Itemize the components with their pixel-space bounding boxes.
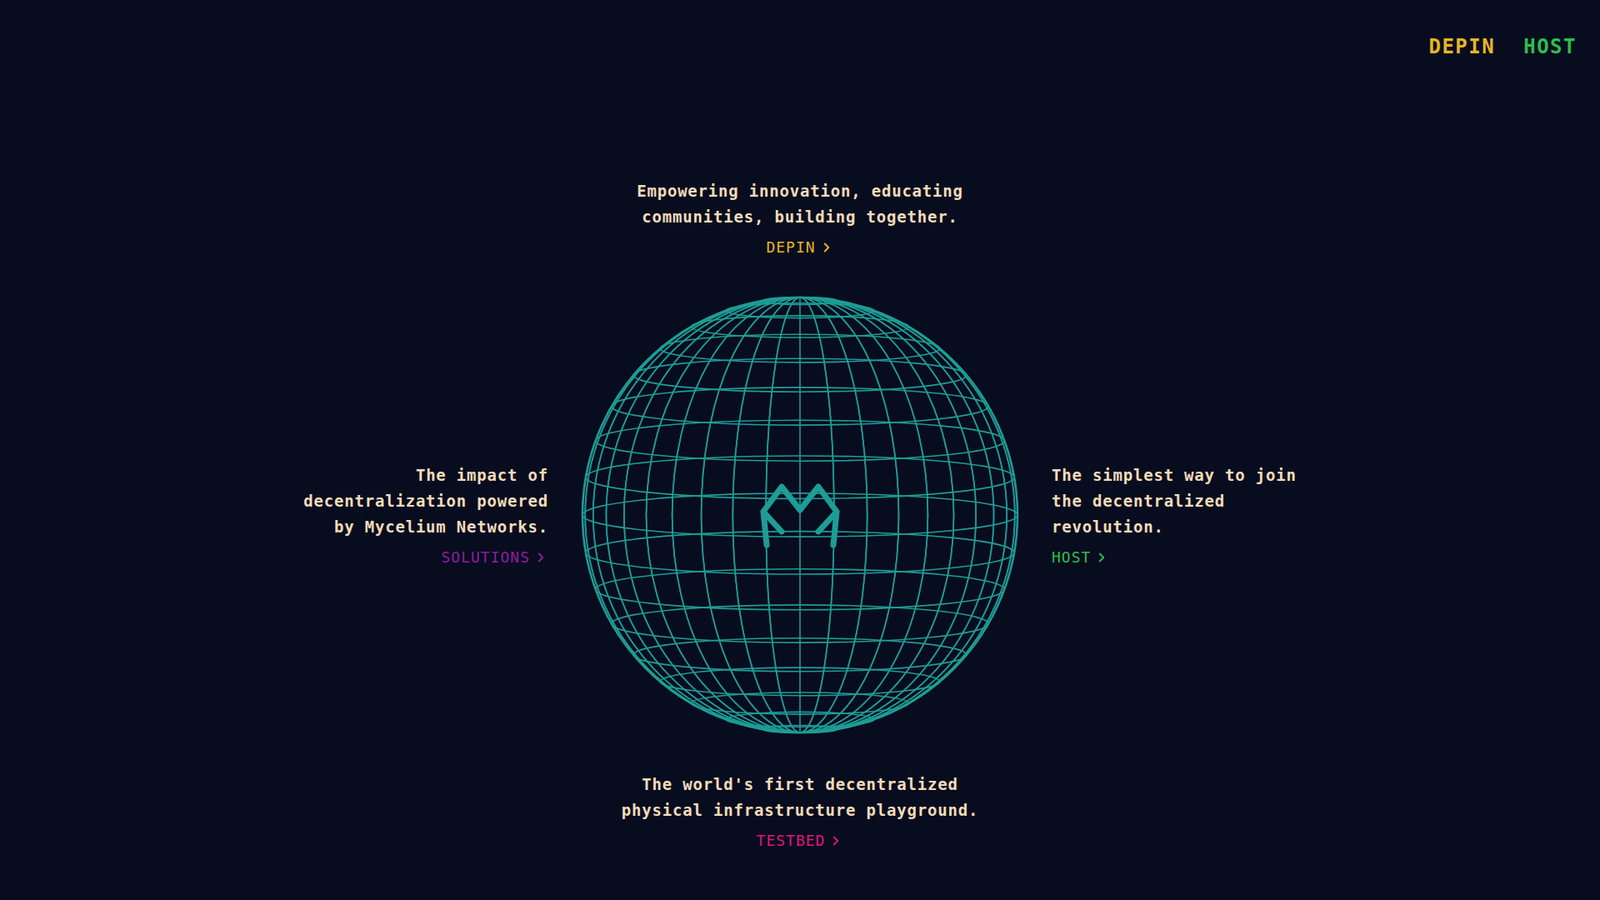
chevron-right-icon [1094,550,1110,565]
section-link[interactable]: HOST [1051,546,1110,569]
section-text: The simplest way to jointhe decentralize… [1051,462,1297,540]
section-block: The impact ofdecentralization poweredby … [0,462,549,569]
chevron-right-icon [819,240,835,255]
section-link[interactable]: SOLUTIONS [440,546,549,569]
chevron-right-icon [533,550,549,565]
top-nav: DEPIN HOST [0,0,1600,62]
chevron-right-icon [828,833,844,849]
section-text: The impact ofdecentralization poweredby … [303,462,549,540]
section-link[interactable]: TESTBED [756,830,845,852]
page: DEPIN HOST Empowering innovation, educatin… [0,0,1600,900]
section-link[interactable]: DEPIN [765,236,834,259]
section-block: The world's first decentralizedphysical … [580,771,1020,852]
globe [580,295,1020,735]
nav-link[interactable]: DEPIN [1428,31,1495,62]
hero: Empowering innovation, educatingcommunit… [0,61,1600,852]
nav-link[interactable]: HOST [1523,31,1577,62]
section-text: The world's first decentralizedphysical … [621,771,979,824]
section-block: The simplest way to jointhe decentralize… [1051,462,1600,569]
globe-icon [580,295,1020,735]
section-text: Empowering innovation, educatingcommunit… [636,178,964,230]
section-block: Empowering innovation, educatingcommunit… [580,178,1020,259]
